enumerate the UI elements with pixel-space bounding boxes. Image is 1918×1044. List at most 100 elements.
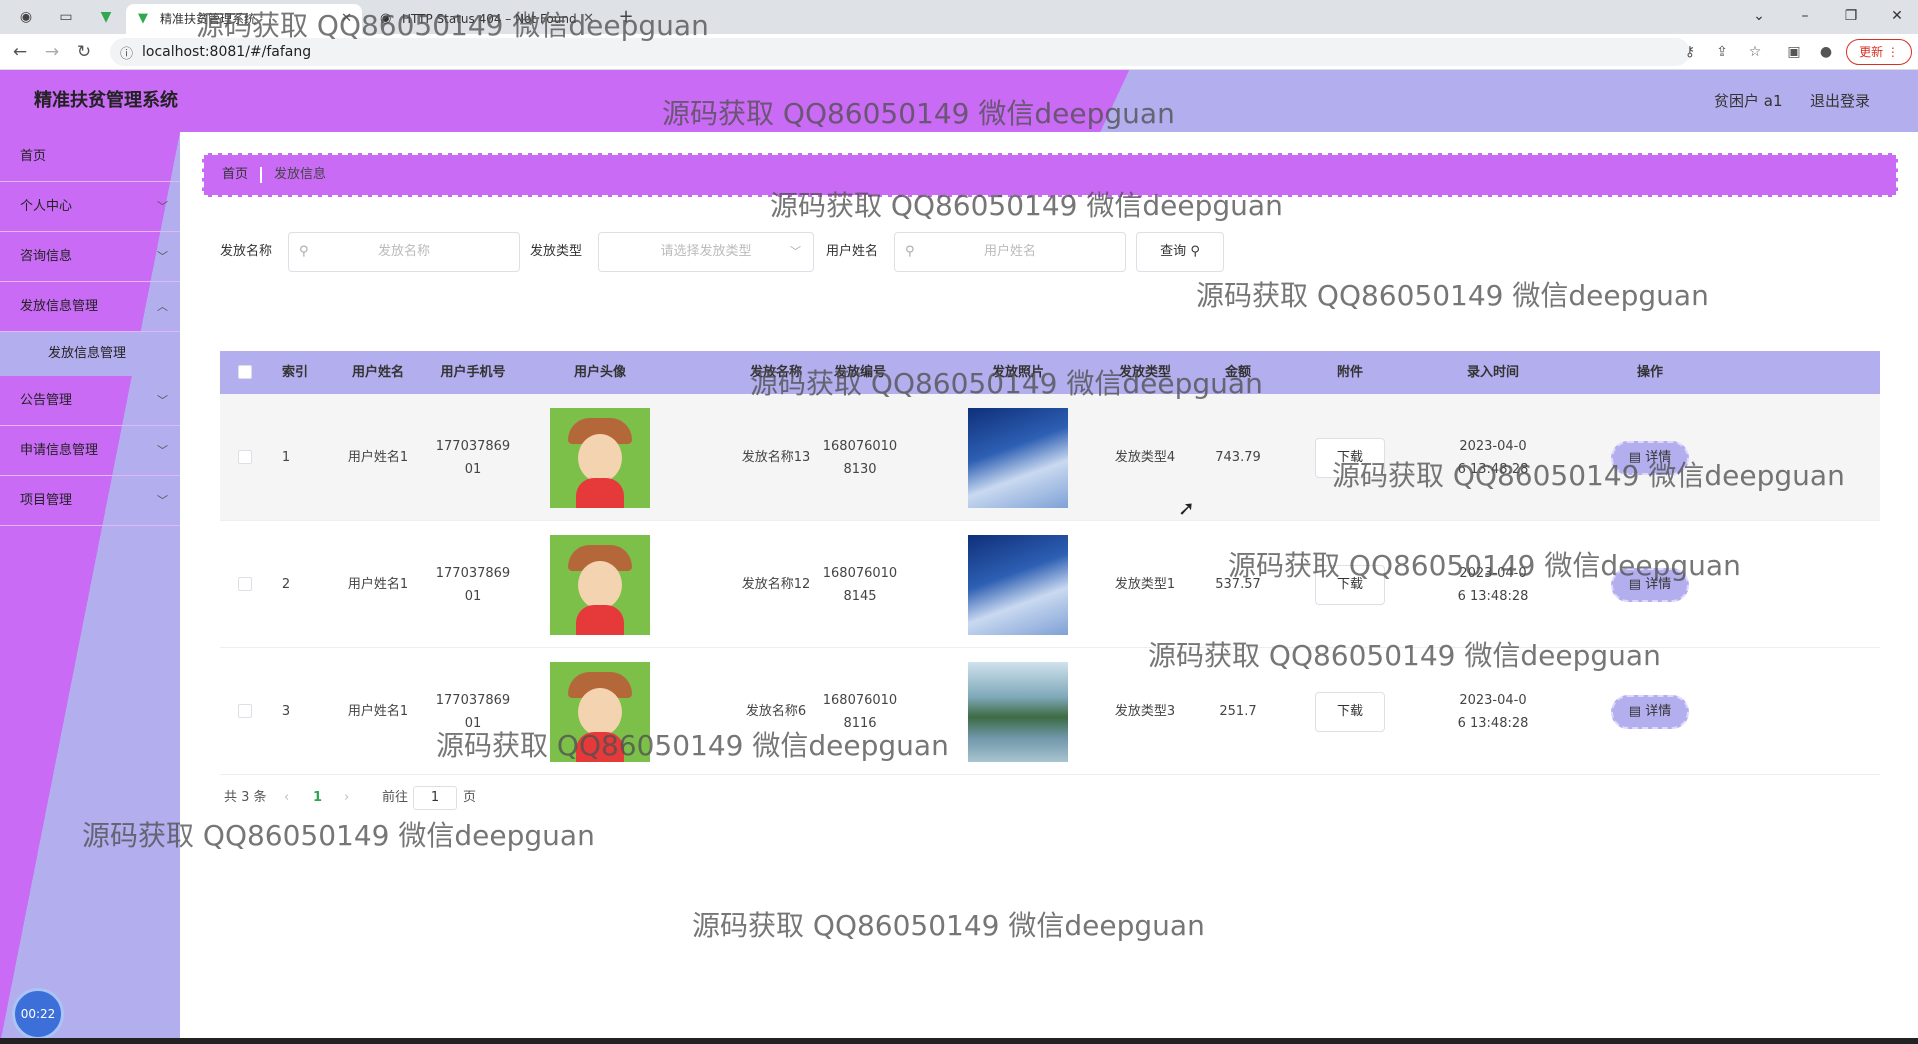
close-tab-icon[interactable]: ✕: [583, 4, 594, 34]
chevron-down-icon: ﹀: [157, 200, 168, 213]
table-row: 1 用户姓名1 177037869 01 发放名称13 168076010 8130…: [220, 394, 1880, 521]
breadcrumb-separator: [260, 167, 262, 183]
tab-group-icon[interactable]: ▭: [56, 7, 76, 27]
back-icon[interactable]: ←: [8, 40, 32, 64]
row-checkbox[interactable]: [238, 577, 252, 591]
mouse-cursor-icon: ➚: [1178, 496, 1195, 520]
name-filter-input[interactable]: ⚲ 发放名称: [288, 232, 520, 272]
search-icon: ⚲: [1190, 244, 1200, 259]
amount-cell: 251.7: [1219, 704, 1257, 719]
index-cell: 3: [281, 704, 291, 719]
forward-icon[interactable]: →: [40, 40, 64, 64]
sidebar-item-consult[interactable]: 咨询信息 ﹀: [0, 232, 180, 282]
code-part: 168076010: [822, 438, 898, 454]
app-header: 精准扶贫管理系统 贫困户 a1 退出登录: [0, 70, 1918, 132]
column-header: 附件: [1336, 365, 1363, 380]
key-icon[interactable]: ⚷: [1680, 42, 1700, 62]
type-filter-label: 发放类型: [530, 244, 583, 259]
sidebar-item-notice[interactable]: 公告管理 ﹀: [0, 376, 180, 426]
select-all-checkbox[interactable]: [238, 365, 252, 379]
row-checkbox[interactable]: [238, 704, 252, 718]
row-checkbox[interactable]: [238, 450, 252, 464]
download-button[interactable]: 下载: [1315, 437, 1385, 478]
sidebar-item-project[interactable]: 项目管理 ﹀: [0, 476, 180, 526]
sidebar-item-distribution[interactable]: 发放信息管理 ︿: [0, 282, 180, 332]
app-title: 精准扶贫管理系统: [34, 90, 178, 111]
page-unit-label: 页: [463, 790, 477, 805]
url-text: localhost:8081/#/fafang: [142, 44, 312, 60]
sidebar-item-home[interactable]: 首页: [0, 132, 180, 182]
page-number[interactable]: 1: [313, 788, 322, 808]
sidepanel-icon[interactable]: ▣: [1784, 42, 1804, 62]
tab-active[interactable]: ▼ 精准扶贫管理系统 ✕: [126, 4, 362, 34]
phone-part: 01: [464, 588, 482, 604]
sidebar-subitem-distribution[interactable]: 发放信息管理: [0, 332, 180, 376]
column-header: 操作: [1636, 365, 1663, 380]
recording-timer[interactable]: 00:22: [12, 988, 64, 1040]
index-cell: 2: [281, 577, 291, 592]
goto-page-input[interactable]: 1: [413, 786, 457, 810]
tab-search-chevron-icon[interactable]: ⌄: [1745, 4, 1773, 28]
share-icon[interactable]: ⇪: [1712, 42, 1732, 62]
detail-label: 详情: [1645, 576, 1672, 592]
goto-label: 前往: [382, 790, 409, 805]
time-part: 6 13:48:28: [1457, 588, 1529, 604]
watermark: 源码获取 QQ86050149 微信deepguan: [692, 909, 1205, 942]
taskbar-edge: [0, 1038, 1918, 1044]
amount-cell: 743.79: [1215, 450, 1261, 465]
profile-icon[interactable]: ●: [1816, 42, 1836, 62]
vue-icon[interactable]: ▼: [96, 7, 116, 27]
update-button[interactable]: 更新 ⋮: [1846, 39, 1912, 65]
user-filter-input[interactable]: ⚲ 用户姓名: [894, 232, 1126, 272]
site-info-icon[interactable]: ⓘ: [120, 43, 133, 62]
column-header: 发放照片: [991, 365, 1044, 380]
document-icon: ▤: [1628, 576, 1642, 592]
breadcrumb-current: 发放信息: [274, 167, 327, 182]
code-part: 8116: [843, 715, 877, 731]
next-page-icon[interactable]: ›: [344, 788, 349, 808]
download-button[interactable]: 下载: [1315, 564, 1385, 605]
avatar-cell: [550, 394, 650, 521]
type-filter-select[interactable]: 请选择发放类型 ﹀: [598, 232, 814, 272]
time-cell: 2023-04-0 6 13:48:28: [1433, 394, 1553, 521]
url-field[interactable]: ⓘ localhost:8081/#/fafang: [110, 38, 1690, 66]
sidebar-item-label: 申请信息管理: [20, 443, 99, 458]
globe-favicon-icon: ◉: [380, 11, 392, 26]
detail-label: 详情: [1645, 703, 1672, 719]
query-button[interactable]: 查询 ⚲: [1136, 232, 1224, 272]
close-tab-icon[interactable]: ✕: [341, 4, 352, 34]
time-cell: 2023-04-0 6 13:48:28: [1433, 648, 1553, 775]
detail-button[interactable]: ▤ 详情: [1611, 567, 1689, 602]
logout-button[interactable]: 退出登录: [1810, 70, 1870, 132]
detail-label: 详情: [1645, 449, 1672, 465]
sidebar-item-profile[interactable]: 个人中心 ﹀: [0, 182, 180, 232]
type-cell: 发放类型3: [1114, 704, 1176, 719]
sidebar-item-application[interactable]: 申请信息管理 ﹀: [0, 426, 180, 476]
amount-cell: 537.57: [1215, 577, 1261, 592]
vue-favicon-icon: ▼: [138, 11, 148, 26]
reload-icon[interactable]: ↻: [72, 40, 96, 64]
restore-icon[interactable]: ❐: [1837, 4, 1865, 28]
minimize-icon[interactable]: –: [1791, 4, 1819, 28]
avatar-cell: [550, 648, 650, 775]
phone-cell: 177037869 01: [423, 394, 523, 521]
distribution-photo: [968, 534, 1068, 635]
detail-button[interactable]: ▤ 详情: [1611, 440, 1689, 475]
phone-part: 177037869: [435, 438, 511, 454]
user-name-cell: 用户姓名1: [347, 704, 409, 719]
breadcrumb-home[interactable]: 首页: [222, 155, 248, 195]
sidebar-item-label: 个人中心: [20, 199, 73, 214]
attachment-cell: 下载: [1295, 521, 1405, 648]
detail-button[interactable]: ▤ 详情: [1611, 694, 1689, 729]
star-icon[interactable]: ☆: [1745, 42, 1765, 62]
tab-search-icon[interactable]: ◉: [16, 7, 36, 27]
download-button[interactable]: 下载: [1315, 691, 1385, 732]
column-header: 发放类型: [1118, 365, 1171, 380]
code-part: 8130: [843, 461, 877, 477]
close-window-icon[interactable]: ✕: [1883, 4, 1911, 28]
table-row: 2 用户姓名1 177037869 01 发放名称12 168076010 8145…: [220, 521, 1880, 648]
new-tab-button[interactable]: +: [616, 7, 636, 27]
tab-inactive[interactable]: ◉ HTTP Status 404 – Not Found ✕: [368, 4, 604, 34]
attachment-cell: 下载: [1295, 648, 1405, 775]
prev-page-icon[interactable]: ‹: [284, 788, 289, 808]
